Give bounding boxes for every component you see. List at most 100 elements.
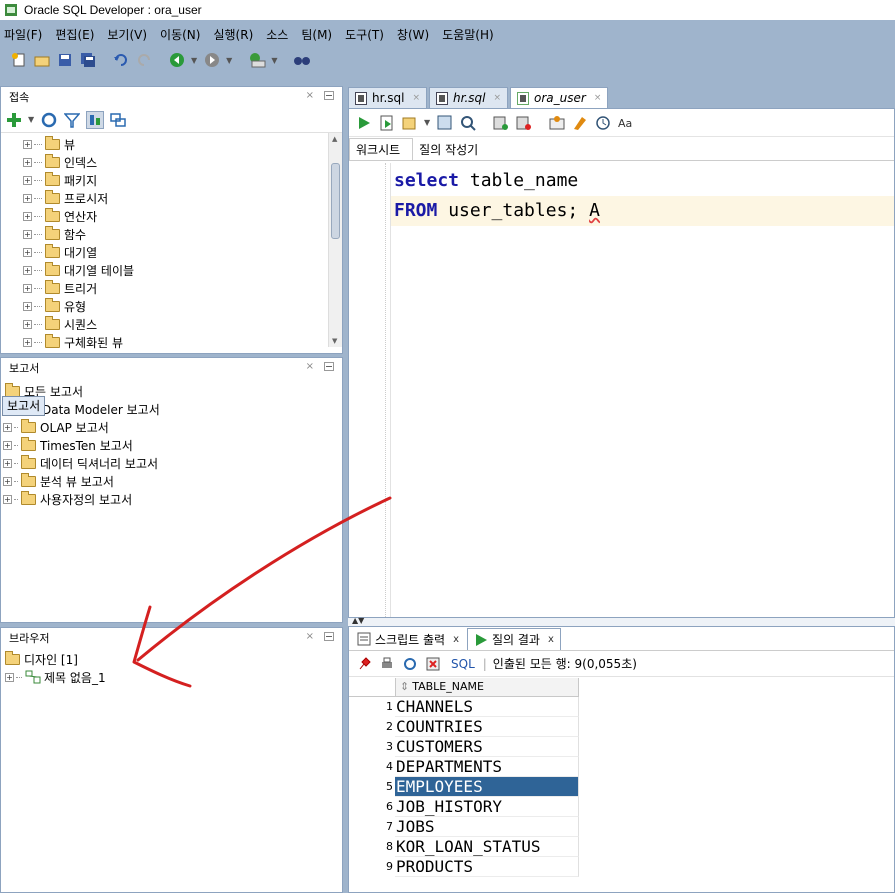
tree-item-operators[interactable]: + 연산자 (23, 207, 342, 225)
tree-item-functions[interactable]: + 함수 (23, 225, 342, 243)
table-row[interactable]: 1 CHANNELS (349, 697, 579, 717)
table-name-cell[interactable]: CUSTOMERS (395, 737, 579, 757)
tree-item-all-reports[interactable]: 모든 보고서 (3, 382, 342, 400)
refresh-results-icon[interactable] (401, 655, 419, 673)
tree-item-packages[interactable]: + 패키지 (23, 171, 342, 189)
tuning-advisor-icon[interactable] (459, 114, 477, 132)
table-row[interactable]: 8 KOR_LOAN_STATUS (349, 837, 579, 857)
unshared-sql-icon[interactable] (548, 114, 566, 132)
run-script-icon[interactable] (378, 114, 396, 132)
open-folder-icon[interactable] (33, 51, 51, 69)
menu-team[interactable]: 팀(M) (301, 26, 332, 43)
sort-icon[interactable]: ⇕ (400, 680, 409, 693)
tree-item-untitled[interactable]: + 제목 없음_1 (5, 668, 342, 686)
menu-source[interactable]: 소스 (266, 26, 288, 43)
close-icon[interactable]: × (306, 631, 314, 642)
close-icon[interactable]: × (306, 90, 314, 101)
menu-help[interactable]: 도움말(H) (442, 26, 494, 43)
table-name-cell[interactable]: CHANNELS (395, 697, 579, 717)
menu-file[interactable]: 파일(F) (4, 26, 42, 43)
table-row[interactable]: 6 JOB_HISTORY (349, 797, 579, 817)
table-name-cell[interactable]: PRODUCTS (395, 857, 579, 877)
editor-results-splitter[interactable]: ▲▼ (348, 616, 895, 626)
row-number[interactable]: 5 (349, 777, 395, 797)
tree-item-sequences[interactable]: + 시퀀스 (23, 315, 342, 333)
print-icon[interactable] (378, 655, 396, 673)
code-area[interactable]: select table_name FROM user_tables; A (391, 166, 894, 226)
column-header-table-name[interactable]: ⇕ TABLE_NAME (395, 678, 579, 696)
commit-icon[interactable] (492, 114, 510, 132)
add-dropdown-icon[interactable]: ▼ (28, 115, 34, 124)
text-case-icon[interactable]: Aa (617, 114, 635, 132)
table-row[interactable]: 7 JOBS (349, 817, 579, 837)
tree-item-queue-tables[interactable]: + 대기열 테이블 (23, 261, 342, 279)
tree-item-data-dictionary-reports[interactable]: + 데이터 딕셔너리 보고서 (3, 454, 342, 472)
tree-item-indexes[interactable]: + 인덱스 (23, 153, 342, 171)
row-number[interactable]: 4 (349, 757, 395, 777)
tree-item-types[interactable]: + 유형 (23, 297, 342, 315)
undo-icon[interactable] (112, 51, 130, 69)
table-name-cell[interactable]: KOR_LOAN_STATUS (395, 837, 579, 857)
tree-item-design[interactable]: 디자인 [1] (5, 650, 342, 668)
filter-icon[interactable] (63, 111, 81, 129)
back-icon[interactable] (168, 51, 186, 69)
binoculars-icon[interactable] (293, 51, 311, 69)
menu-run[interactable]: 실행(R) (213, 26, 253, 43)
pin-icon[interactable] (355, 655, 373, 673)
minimize-icon[interactable] (324, 90, 334, 100)
tree-item-materialized-views[interactable]: + 구체화된 뷰 (23, 333, 342, 351)
minimize-icon[interactable] (324, 361, 334, 371)
table-row[interactable]: 4 DEPARTMENTS (349, 757, 579, 777)
tab-query-builder[interactable]: 질의 작성기 (413, 138, 490, 160)
table-name-cell[interactable]: EMPLOYEES (395, 777, 579, 797)
refresh-icon[interactable] (40, 111, 58, 129)
close-tab-icon[interactable]: x (453, 634, 459, 645)
table-name-cell[interactable]: DEPARTMENTS (395, 757, 579, 777)
scroll-up-icon[interactable]: ▲ (332, 135, 337, 143)
row-number[interactable]: 7 (349, 817, 395, 837)
tree-item-olap-reports[interactable]: + OLAP 보고서 (3, 418, 342, 436)
sql-dropdown-icon[interactable]: ▼ (271, 56, 277, 65)
table-name-cell[interactable]: JOB_HISTORY (395, 797, 579, 817)
clear-icon[interactable] (571, 114, 589, 132)
table-row[interactable]: 3 CUSTOMERS (349, 737, 579, 757)
tree-item-triggers[interactable]: + 트리거 (23, 279, 342, 297)
close-tab-icon[interactable]: × (493, 93, 501, 103)
table-name-cell[interactable]: JOBS (395, 817, 579, 837)
code-line-2[interactable]: FROM user_tables; A (391, 196, 894, 226)
row-number[interactable]: 2 (349, 717, 395, 737)
tree-item-analytic-view-reports[interactable]: + 분석 뷰 보고서 (3, 472, 342, 490)
manage-icon[interactable] (109, 111, 127, 129)
table-row[interactable]: 9 PRODUCTS (349, 857, 579, 877)
tree-item-user-defined-reports[interactable]: + 사용자정의 보고서 (3, 490, 342, 508)
scroll-thumb[interactable] (331, 163, 340, 239)
run-statement-icon[interactable] (355, 114, 373, 132)
menu-window[interactable]: 창(W) (397, 26, 429, 43)
history-icon[interactable] (594, 114, 612, 132)
tab-hr-sql-2[interactable]: hr.sql × (429, 87, 509, 108)
add-connection-icon[interactable] (5, 111, 23, 129)
tree-item-timesten-reports[interactable]: + TimesTen 보고서 (3, 436, 342, 454)
tab-script-output[interactable]: 스크립트 출력 x (351, 628, 465, 650)
table-name-cell[interactable]: COUNTRIES (395, 717, 579, 737)
tree-item-queues[interactable]: + 대기열 (23, 243, 342, 261)
close-tab-icon[interactable]: × (594, 93, 602, 103)
code-line-1[interactable]: select table_name (391, 166, 894, 196)
tree-item-views[interactable]: + 뷰 (23, 135, 342, 153)
tab-worksheet[interactable]: 워크시트 (349, 138, 414, 160)
sql-connection-icon[interactable] (248, 51, 266, 69)
row-number[interactable]: 1 (349, 697, 395, 717)
cancel-fetch-icon[interactable] (424, 655, 442, 673)
explain-plan-icon[interactable] (436, 114, 454, 132)
row-number[interactable]: 8 (349, 837, 395, 857)
tab-hr-sql-1[interactable]: hr.sql × (348, 87, 428, 108)
minimize-icon[interactable] (324, 631, 334, 641)
scroll-down-icon[interactable]: ▼ (332, 337, 337, 345)
rollback-icon[interactable] (515, 114, 533, 132)
table-row[interactable]: 2 COUNTRIES (349, 717, 579, 737)
save-all-icon[interactable] (79, 51, 97, 69)
menu-edit[interactable]: 편집(E) (55, 26, 94, 43)
back-dropdown-icon[interactable]: ▼ (191, 56, 197, 65)
save-icon[interactable] (56, 51, 74, 69)
row-number[interactable]: 3 (349, 737, 395, 757)
